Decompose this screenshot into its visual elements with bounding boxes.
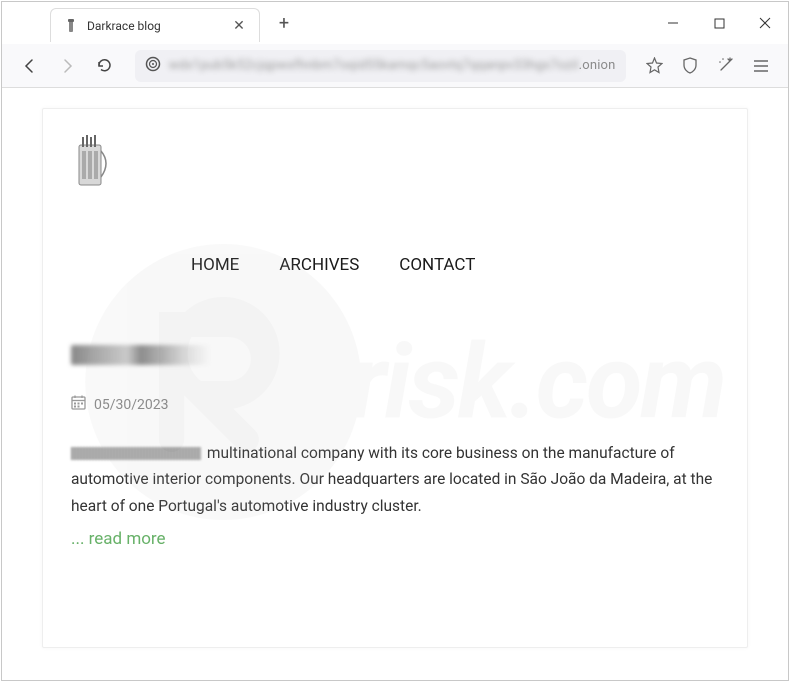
window-controls bbox=[650, 3, 788, 43]
post-date-row: 05/30/2023 bbox=[71, 395, 719, 414]
browser-toolbar: wdx1pub5k52cjqpwxfhnbm7oqid55kamqc5aovtq… bbox=[2, 44, 788, 88]
title-bar: Darkrace blog ✕ + bbox=[2, 2, 788, 44]
url-blurred-host: wdx1pub5k52cjqpwxfhnbm7oqid55kamqc5aovtq… bbox=[169, 58, 579, 73]
back-button[interactable] bbox=[14, 50, 46, 82]
shield-icon[interactable] bbox=[675, 51, 705, 81]
maximize-icon[interactable] bbox=[696, 3, 742, 43]
tab-close-icon[interactable]: ✕ bbox=[231, 18, 247, 34]
browser-window: Darkrace blog ✕ + wdx1pub5k52cjqpwxfhnbm… bbox=[1, 1, 789, 681]
new-tab-button[interactable]: + bbox=[270, 13, 298, 34]
tab-title: Darkrace blog bbox=[87, 19, 223, 33]
read-more-link[interactable]: ... read more bbox=[71, 525, 166, 554]
url-bar[interactable]: wdx1pub5k52cjqpwxfhnbm7oqid55kamqc5aovtq… bbox=[135, 50, 626, 82]
minimize-icon[interactable] bbox=[650, 3, 696, 43]
header-row bbox=[71, 129, 719, 193]
site-nav: HOME ARCHIVES CONTACT bbox=[191, 255, 719, 275]
post-header bbox=[71, 345, 719, 365]
url-suffix: .onion bbox=[579, 58, 616, 73]
forward-button[interactable] bbox=[52, 50, 84, 82]
nav-home[interactable]: HOME bbox=[191, 255, 239, 275]
browser-tab[interactable]: Darkrace blog ✕ bbox=[50, 8, 260, 42]
page-card: HOME ARCHIVES CONTACT 05/30/2023 multina… bbox=[42, 108, 748, 648]
url-text: wdx1pub5k52cjqpwxfhnbm7oqid55kamqc5aovtq… bbox=[169, 58, 616, 73]
reload-button[interactable] bbox=[89, 50, 121, 82]
tor-circuit-icon bbox=[145, 56, 161, 76]
post-body: multinational company with its core busi… bbox=[71, 440, 719, 554]
company-name-redacted bbox=[71, 447, 201, 460]
calendar-icon bbox=[71, 395, 86, 414]
menu-icon[interactable] bbox=[746, 51, 776, 81]
tab-favicon-icon bbox=[63, 18, 79, 34]
close-icon[interactable] bbox=[742, 3, 788, 43]
nav-archives[interactable]: ARCHIVES bbox=[279, 255, 359, 275]
bookmark-star-icon[interactable] bbox=[640, 51, 670, 81]
page-content: HOME ARCHIVES CONTACT 05/30/2023 multina… bbox=[2, 88, 788, 680]
post-title-redacted bbox=[71, 345, 211, 365]
post-date-text: 05/30/2023 bbox=[94, 397, 169, 413]
nav-contact[interactable]: CONTACT bbox=[399, 255, 475, 275]
site-logo-icon bbox=[71, 133, 117, 193]
sparkle-icon[interactable] bbox=[711, 51, 741, 81]
